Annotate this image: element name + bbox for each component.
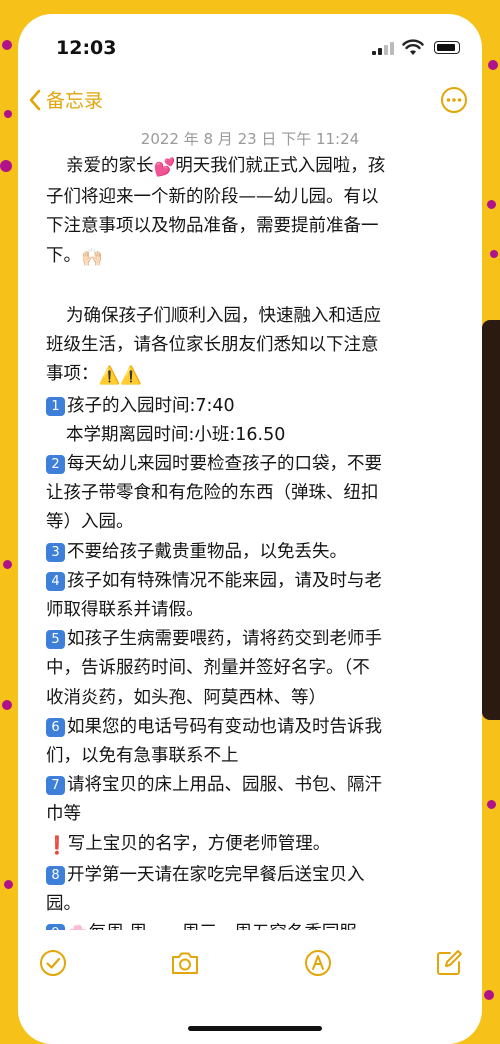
navigation-bar: 备忘录: [18, 84, 482, 120]
note-numbered-line: 2 每天幼儿来园时要检查孩子的口袋，不要: [46, 450, 466, 479]
decor-dot: [4, 880, 13, 889]
note-line-text: 每周 周一、周三、周五穿冬季园服: [89, 923, 357, 930]
emoji-icon: ❗: [46, 835, 68, 856]
note-line-text: 如果您的电话号码有变动也请及时告诉我: [67, 716, 382, 737]
note-line-text: 请将宝贝的床上用品、园服、书包、隔汗: [67, 775, 382, 796]
note-line: 班级生活，请各位家长朋友们悉知以下注意: [46, 331, 466, 360]
number-badge-icon: 9: [46, 924, 65, 930]
compose-icon[interactable]: [434, 948, 464, 978]
note-line: 让孩子带零食和有危险的东西（弹珠、纽扣: [46, 479, 466, 508]
note-line: 收消炎药，如头孢、阿莫西林、等）: [46, 684, 466, 713]
bottom-toolbar: [18, 942, 482, 1002]
number-badge-icon: 1: [46, 396, 65, 416]
decor-dot: [4, 110, 12, 118]
note-line: 下注意事项以及物品准备，需要提前准备一: [46, 212, 466, 241]
note-numbered-line: 6 如果您的电话号码有变动也请及时告诉我: [46, 713, 466, 742]
note-line: 巾等: [46, 800, 466, 829]
background-photo-edge: [482, 320, 500, 720]
number-badge-icon: 8: [46, 865, 65, 885]
note-line-text: 写上宝贝的名字，方便老师管理。: [67, 833, 331, 854]
note-line-text: 子们将迎来一个新的阶段——幼儿园。有以: [46, 187, 379, 208]
number-badge-icon: 4: [46, 571, 65, 591]
decor-dot: [487, 200, 496, 209]
note-line-text: 巾等: [46, 804, 81, 825]
note-line: 园。: [46, 890, 466, 919]
chevron-left-icon: [29, 89, 41, 110]
note-numbered-line: 5 如孩子生病需要喂药，请将药交到老师手: [46, 625, 466, 654]
note-line-text: 如孩子生病需要喂药，请将药交到老师手: [67, 629, 382, 650]
number-badge-icon: 6: [46, 717, 65, 737]
phone-screen: 12:03 备忘录 2022 年 8 月 23 日 下午 11:24 亲爱的家长…: [18, 14, 482, 1044]
ellipsis-circle-icon[interactable]: [440, 86, 468, 114]
emoji-icon: 🙌🏻: [81, 247, 103, 268]
note-line-text: 每天幼儿来园时要检查孩子的口袋，不要: [67, 454, 382, 475]
note-numbered-line: 8 开学第一天请在家吃完早餐后送宝贝入: [46, 861, 466, 890]
back-button[interactable]: 备忘录: [28, 86, 103, 113]
note-date: 2022 年 8 月 23 日 下午 11:24: [140, 130, 360, 148]
decor-dot: [0, 160, 12, 172]
note-line-text: 亲爱的家长: [66, 156, 154, 176]
note-line: 师取得联系并请假。: [46, 596, 466, 625]
note-line-text: 孩子的入园时间:7:40: [67, 395, 235, 416]
decor-dot: [2, 40, 12, 50]
note-line: 本学期离园时间:小班:16.50: [46, 421, 466, 450]
decor-dot: [487, 800, 496, 809]
note-line: 中，告诉服药时间、剂量并签好名字。（不: [46, 654, 466, 683]
decor-dot: [3, 560, 12, 569]
wifi-icon: [402, 39, 424, 55]
note-line-text: 下。: [46, 245, 81, 266]
note-line-text: 们，以免有急事联系不上: [46, 746, 239, 767]
note-line-text: 班级生活，请各位家长朋友们悉知以下注意: [46, 335, 379, 356]
note-line: 子们将迎来一个新的阶段——幼儿园。有以: [46, 183, 466, 212]
note-body[interactable]: 亲爱的家长💕明天我们就正式入园啦，孩子们将迎来一个新的阶段——幼儿园。有以 下注意…: [46, 152, 466, 930]
home-indicator: [188, 1026, 322, 1031]
note-line-text: 开学第一天请在家吃完早餐后送宝贝入: [67, 864, 365, 885]
camera-icon[interactable]: [170, 948, 200, 978]
number-badge-icon: 2: [46, 455, 65, 475]
emoji-icon: ⚠️⚠️: [98, 366, 143, 387]
number-badge-icon: 3: [46, 542, 65, 562]
decor-dot: [484, 990, 494, 1000]
number-badge-icon: 5: [46, 630, 65, 650]
decor-dot: [2, 700, 12, 710]
number-badge-icon: 7: [46, 776, 65, 796]
note-numbered-line: 1 孩子的入园时间:7:40: [46, 392, 466, 421]
note-line-text: 孩子如有特殊情况不能来园，请及时与老: [67, 570, 382, 591]
note-blank-line: [46, 273, 466, 302]
note-line: 们，以免有急事联系不上: [46, 742, 466, 771]
note-line-text: 不要给孩子戴贵重物品，以免丢失。: [67, 541, 347, 562]
note-line: ❗写上宝贝的名字，方便老师管理。: [46, 830, 466, 861]
note-line-text: 师取得联系并请假。: [46, 600, 204, 621]
note-line-text: 为确保孩子们顺利入园，快速融入和适应: [66, 306, 381, 326]
note-line-text: 事项：: [46, 364, 99, 385]
markup-pen-icon[interactable]: [303, 948, 333, 978]
checklist-icon[interactable]: [38, 948, 68, 978]
emoji-icon: 🌸: [67, 921, 89, 930]
note-numbered-line: 4 孩子如有特殊情况不能来园，请及时与老: [46, 567, 466, 596]
note-line: 下。🙌🏻: [46, 242, 466, 273]
note-numbered-line: 3 不要给孩子戴贵重物品，以免丢失。: [46, 538, 466, 567]
note-line-text: 等）入园。: [46, 512, 134, 533]
note-line: 等）入园。: [46, 508, 466, 537]
back-label: 备忘录: [46, 90, 104, 112]
status-time: 12:03: [56, 37, 117, 59]
note-line: 为确保孩子们顺利入园，快速融入和适应: [46, 302, 466, 331]
emoji-icon: 💕: [153, 158, 176, 178]
note-line-text: 园。: [46, 894, 81, 915]
cellular-signal-icon: [372, 42, 394, 55]
note-numbered-line: 7 请将宝贝的床上用品、园服、书包、隔汗: [46, 771, 466, 800]
note-line-text: 让孩子带零食和有危险的东西（弹珠、纽扣: [46, 483, 379, 504]
note-line-text: 收消炎药，如头孢、阿莫西林、等）: [46, 687, 326, 708]
decor-dot: [490, 250, 498, 258]
note-line-text: 下注意事项以及物品准备，需要提前准备一: [46, 216, 379, 237]
battery-icon: [434, 41, 460, 54]
decor-dot: [488, 60, 498, 70]
note-line-text: 本学期离园时间:小班:16.50: [66, 424, 286, 445]
note-line: 事项：⚠️⚠️: [46, 360, 466, 391]
note-numbered-line: 9🌸每周 周一、周三、周五穿冬季园服: [46, 919, 466, 930]
status-bar: 12:03: [18, 14, 482, 74]
note-line: 亲爱的家长💕明天我们就正式入园啦，孩: [46, 152, 466, 183]
note-line-text: 明天我们就正式入园啦，孩: [175, 156, 386, 176]
note-line-text: 中，告诉服药时间、剂量并签好名字。（不: [46, 658, 370, 679]
